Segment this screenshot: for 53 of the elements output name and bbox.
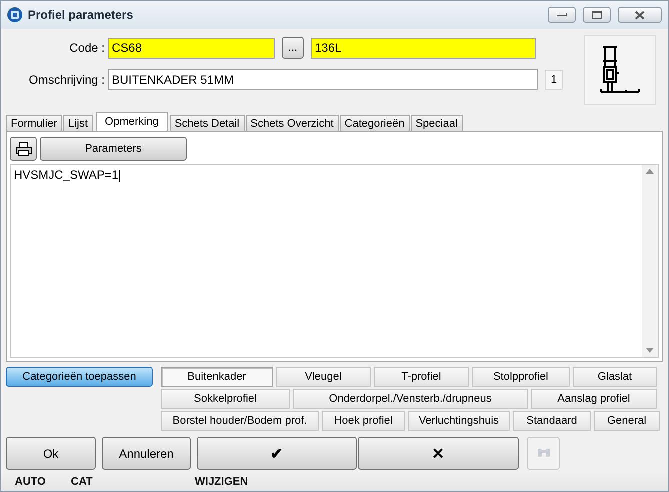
binoculars-icon: [536, 446, 550, 458]
category-button[interactable]: Aanslag profiel: [531, 389, 657, 409]
maximize-icon: [592, 11, 602, 19]
minimize-button[interactable]: [548, 7, 576, 23]
category-button[interactable]: Onderdorpel./Vensterb./drupneus: [293, 389, 528, 409]
browse-button[interactable]: ...: [282, 37, 304, 59]
category-button[interactable]: General: [594, 411, 660, 431]
category-button[interactable]: Standaard: [513, 411, 591, 431]
parameters-button[interactable]: Parameters: [40, 137, 187, 161]
tab[interactable]: Speciaal: [410, 115, 463, 131]
dialog-button[interactable]: ✕: [358, 437, 519, 470]
category-button[interactable]: Glaslat: [573, 367, 657, 387]
category-button[interactable]: Borstel houder/Bodem prof.: [161, 411, 319, 431]
scroll-up-icon: [646, 169, 654, 174]
tab[interactable]: Schets Overzicht: [246, 115, 339, 131]
scroll-down-icon: [646, 348, 654, 353]
printer-icon: [16, 142, 32, 156]
status-text: CAT: [71, 476, 94, 488]
tab[interactable]: Formulier: [6, 115, 62, 131]
code-field[interactable]: CS68: [108, 38, 275, 58]
profile-drawing: [600, 46, 640, 94]
tab[interactable]: Categorieën: [340, 115, 410, 131]
status-text: AUTO: [15, 476, 47, 488]
dialog-button[interactable]: ✔: [197, 437, 357, 470]
dialog-button[interactable]: Ok: [6, 437, 96, 470]
counter: 1: [545, 70, 563, 90]
category-button[interactable]: Buitenkader: [161, 367, 273, 387]
description-field[interactable]: BUITENKADER 51MM: [108, 69, 538, 90]
category-button[interactable]: Stolpprofiel: [472, 367, 570, 387]
status-text: WIJZIGEN: [195, 476, 250, 488]
category-button[interactable]: Verluchtingshuis: [408, 411, 510, 431]
category-button[interactable]: T-profiel: [374, 367, 469, 387]
category-button[interactable]: Hoek profiel: [322, 411, 405, 431]
scrollbar[interactable]: [642, 165, 658, 357]
app-icon: [7, 7, 23, 23]
description-label: Omschrijving :: [28, 72, 105, 86]
tab[interactable]: Lijst: [63, 115, 94, 131]
tab[interactable]: Schets Detail: [170, 115, 245, 131]
window-title: Profiel parameters: [28, 8, 134, 22]
minimize-icon: [557, 13, 567, 17]
dialog-button[interactable]: Annuleren: [102, 437, 191, 470]
category-button[interactable]: Vleugel: [276, 367, 371, 387]
close-icon: [635, 10, 645, 20]
category-button[interactable]: Sokkelprofiel: [161, 389, 290, 409]
maximize-button[interactable]: [583, 7, 611, 23]
code-field[interactable]: 136L: [311, 38, 536, 58]
memo-text: HVSMJC_SWAP=1: [14, 168, 119, 182]
print-button[interactable]: [10, 137, 37, 161]
close-button[interactable]: [618, 7, 662, 23]
apply-categories-button[interactable]: Categorieën toepassen: [6, 367, 153, 387]
memo-field[interactable]: HVSMJC_SWAP=1: [10, 164, 659, 358]
tab[interactable]: Opmerking: [96, 112, 168, 131]
code-label: Code :: [68, 41, 105, 55]
